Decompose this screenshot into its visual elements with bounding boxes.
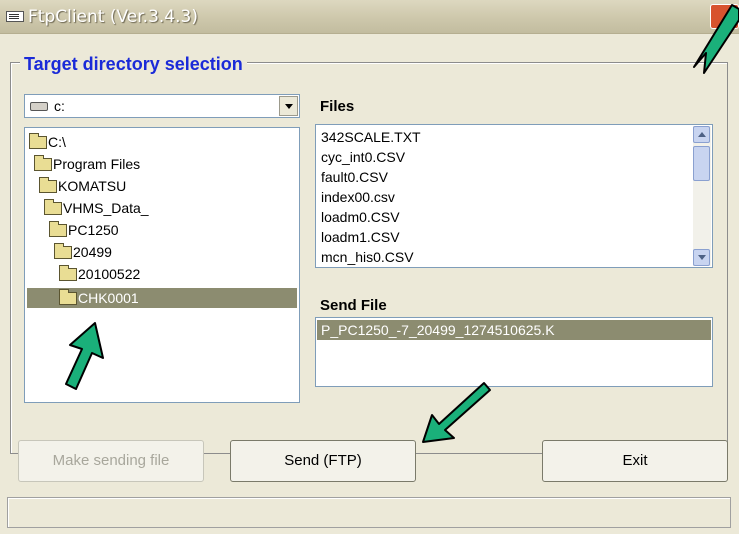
tree-item-label: CHK0001 bbox=[78, 290, 139, 306]
app-window-icon bbox=[6, 11, 24, 22]
drive-select[interactable]: c: bbox=[24, 94, 300, 118]
list-item[interactable]: mcn_his0.CSV bbox=[321, 247, 414, 267]
status-bar bbox=[7, 497, 731, 528]
folder-icon bbox=[59, 289, 77, 305]
title-bar[interactable]: FtpClient (Ver.3.4.3) bbox=[0, 0, 739, 34]
files-label: Files bbox=[320, 98, 355, 115]
directory-tree[interactable]: C:\ Program Files KOMATSU VHMS_Data_ PC1… bbox=[24, 127, 300, 403]
send-file-list[interactable]: P_PC1250_-7_20499_1274510625.K bbox=[315, 317, 713, 387]
window-title: FtpClient (Ver.3.4.3) bbox=[28, 7, 198, 27]
files-scrollbar[interactable] bbox=[693, 126, 711, 266]
tree-item[interactable]: VHMS_Data_ bbox=[44, 198, 149, 218]
tree-item-label: VHMS_Data_ bbox=[63, 200, 149, 216]
drive-value: c: bbox=[54, 98, 65, 114]
folder-icon bbox=[44, 199, 62, 215]
scroll-down-icon[interactable] bbox=[693, 249, 710, 266]
folder-icon bbox=[59, 265, 77, 281]
scroll-up-icon[interactable] bbox=[693, 126, 710, 143]
tree-item[interactable]: KOMATSU bbox=[39, 176, 126, 196]
list-item-selected[interactable]: P_PC1250_-7_20499_1274510625.K bbox=[317, 320, 711, 340]
send-ftp-button[interactable]: Send (FTP) bbox=[230, 440, 416, 482]
list-item[interactable]: 342SCALE.TXT bbox=[321, 127, 421, 147]
files-list[interactable]: 342SCALE.TXT cyc_int0.CSV fault0.CSV ind… bbox=[315, 124, 713, 268]
scroll-thumb[interactable] bbox=[693, 146, 710, 181]
list-item[interactable]: fault0.CSV bbox=[321, 167, 388, 187]
list-item[interactable]: loadm1.CSV bbox=[321, 227, 400, 247]
tree-item[interactable]: 20100522 bbox=[59, 264, 140, 284]
tree-item-label: KOMATSU bbox=[58, 178, 127, 194]
folder-icon bbox=[39, 177, 57, 193]
list-item[interactable]: loadm0.CSV bbox=[321, 207, 400, 227]
close-button[interactable] bbox=[710, 4, 739, 29]
exit-button[interactable]: Exit bbox=[542, 440, 728, 482]
tree-item[interactable]: C:\ bbox=[29, 132, 66, 152]
tree-item[interactable]: Program Files bbox=[34, 154, 140, 174]
tree-item[interactable]: PC1250 bbox=[49, 220, 119, 240]
tree-item-selected[interactable]: CHK0001 bbox=[27, 288, 297, 308]
tree-item-label: C:\ bbox=[48, 134, 66, 150]
tree-item-label: Program Files bbox=[53, 156, 141, 172]
folder-icon bbox=[49, 221, 67, 237]
group-label: Target directory selection bbox=[20, 54, 247, 75]
tree-item-label: PC1250 bbox=[68, 222, 119, 238]
chevron-down-icon[interactable] bbox=[279, 96, 298, 116]
tree-item[interactable]: 20499 bbox=[54, 242, 112, 262]
list-item[interactable]: cyc_int0.CSV bbox=[321, 147, 405, 167]
list-item[interactable]: index00.csv bbox=[321, 187, 395, 207]
folder-icon bbox=[54, 243, 72, 259]
drive-icon bbox=[30, 102, 48, 111]
folder-icon bbox=[29, 133, 47, 149]
tree-item-label: 20499 bbox=[73, 244, 112, 260]
make-sending-file-button[interactable]: Make sending file bbox=[18, 440, 204, 482]
tree-item-label: 20100522 bbox=[78, 266, 141, 282]
folder-icon bbox=[34, 155, 52, 171]
send-file-label: Send File bbox=[320, 297, 387, 314]
